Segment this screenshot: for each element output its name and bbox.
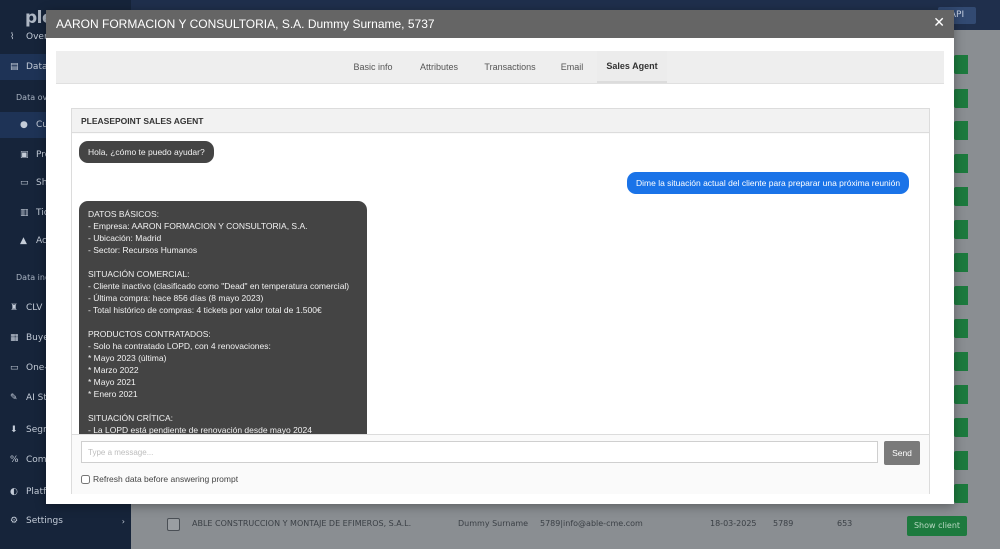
row-id: 5789 — [773, 519, 794, 528]
response-line — [88, 256, 358, 268]
tab-email[interactable]: Email — [548, 51, 596, 83]
activity-icon: ▲ — [20, 236, 27, 246]
response-line — [88, 400, 358, 412]
show-client-button[interactable] — [954, 385, 968, 404]
platform-icon: ◐ — [10, 487, 18, 497]
panel-title: PLEASEPOINT SALES AGENT — [72, 109, 929, 133]
tabs-bar: Basic info Attributes Transactions Email… — [56, 51, 944, 84]
ai-icon: ✎ — [10, 393, 18, 403]
gear-icon: ⚙ — [10, 516, 19, 526]
response-line: * Marzo 2022 — [88, 365, 139, 375]
show-client-button[interactable] — [954, 352, 968, 371]
modal-header: AARON FORMACION Y CONSULTORIA, S.A. Dumm… — [46, 10, 954, 38]
chevron-right-icon: › — [121, 516, 125, 526]
row-surname: Dummy Surname — [458, 519, 529, 528]
close-icon[interactable]: ✕ — [933, 15, 945, 31]
trophy-icon: ♜ — [10, 303, 19, 313]
row-checkbox[interactable] — [167, 518, 180, 531]
row-company: ABLE CONSTRUCCION Y MONTAJE DE EFIMEROS,… — [192, 519, 412, 528]
box-icon: ▣ — [20, 150, 29, 160]
modal-title: AARON FORMACION Y CONSULTORIA, S.A. Dumm… — [56, 17, 435, 31]
sidebar-item-label: Settings — [26, 516, 63, 526]
response-line: PRODUCTOS CONTRATADOS: — [88, 329, 211, 339]
bot-message: Hola, ¿cómo te puedo ayudar? — [79, 141, 214, 163]
bot-response: DATOS BÁSICOS: - Empresa: AARON FORMACION… — [79, 201, 367, 434]
sales-agent-panel: PLEASEPOINT SALES AGENT Hola, ¿cómo te p… — [71, 108, 930, 494]
segment-icon: ⬇ — [10, 425, 18, 435]
send-button[interactable]: Send — [884, 441, 920, 465]
show-client-button[interactable] — [954, 418, 968, 437]
show-client-button[interactable]: Show client — [907, 516, 967, 536]
cart-icon: ▭ — [10, 363, 19, 373]
users-icon: ● — [20, 120, 28, 130]
response-line: * Enero 2021 — [88, 389, 138, 399]
refresh-option[interactable]: Refresh data before answering prompt — [81, 472, 238, 486]
response-line: - Solo ha contratado LOPD, con 4 renovac… — [88, 341, 271, 351]
row-date: 18-03-2025 — [710, 519, 757, 528]
show-client-button[interactable] — [954, 154, 968, 173]
show-client-button[interactable] — [954, 55, 968, 74]
response-line: - Total histórico de compras: 4 tickets … — [88, 305, 322, 315]
sidebar-item[interactable]: ⚙ Settings › — [0, 508, 131, 534]
response-line: * Mayo 2023 (última) — [88, 353, 167, 363]
row-num: 653 — [837, 519, 853, 528]
show-client-button[interactable] — [954, 286, 968, 305]
client-modal: AARON FORMACION Y CONSULTORIA, S.A. Dumm… — [46, 10, 954, 504]
response-line: - Empresa: AARON FORMACION Y CONSULTORIA… — [88, 221, 308, 231]
response-line: - Ubicación: Madrid — [88, 233, 162, 243]
response-line: SITUACIÓN COMERCIAL: — [88, 269, 190, 279]
show-client-button[interactable] — [954, 187, 968, 206]
sidebar-item-label: CLV — [26, 303, 43, 313]
sidebar-item-label: One- — [26, 363, 48, 373]
chat-area[interactable]: Hola, ¿cómo te puedo ayudar? Dime la sit… — [72, 134, 929, 434]
tab-sales-agent[interactable]: Sales Agent — [597, 51, 667, 83]
row-email: 5789|info@able-cme.com — [540, 519, 643, 528]
response-line: SITUACIÓN CRÍTICA: — [88, 413, 174, 423]
table-row: ABLE CONSTRUCCION Y MONTAJE DE EFIMEROS,… — [131, 509, 1000, 539]
response-line: - La LOPD está pendiente de renovación d… — [88, 425, 312, 434]
show-client-button[interactable] — [954, 89, 968, 108]
ticket-icon: ▥ — [20, 208, 29, 218]
response-line: - Sector: Recursos Humanos — [88, 245, 198, 255]
response-line: * Mayo 2021 — [88, 377, 136, 387]
sidebar-item-label: Data — [26, 62, 48, 72]
message-composer: Send Refresh data before answering promp… — [72, 434, 929, 494]
tab-basic-info[interactable]: Basic info — [343, 51, 403, 83]
show-client-button[interactable] — [954, 451, 968, 470]
cart-icon: ▭ — [20, 178, 29, 188]
refresh-checkbox[interactable] — [81, 474, 90, 484]
chart-icon: ⌇ — [10, 32, 15, 42]
show-client-button[interactable] — [954, 319, 968, 338]
tab-attributes[interactable]: Attributes — [409, 51, 469, 83]
show-client-button[interactable] — [954, 220, 968, 239]
refresh-label: Refresh data before answering prompt — [93, 474, 239, 484]
response-line: - Cliente inactivo (clasificado como "De… — [88, 281, 350, 291]
percent-icon: % — [10, 455, 19, 465]
show-client-button[interactable] — [954, 484, 968, 503]
response-line: - Última compra: hace 856 días (8 mayo 2… — [88, 293, 264, 303]
user-message: Dime la situación actual del cliente par… — [627, 172, 910, 194]
show-client-button[interactable] — [954, 121, 968, 140]
response-line — [88, 316, 358, 328]
database-icon: ▤ — [10, 62, 19, 72]
show-client-button[interactable] — [954, 253, 968, 272]
buyer-icon: ▦ — [10, 333, 19, 343]
tab-transactions[interactable]: Transactions — [476, 51, 544, 83]
message-input[interactable] — [81, 441, 878, 463]
response-line: DATOS BÁSICOS: — [88, 209, 160, 219]
